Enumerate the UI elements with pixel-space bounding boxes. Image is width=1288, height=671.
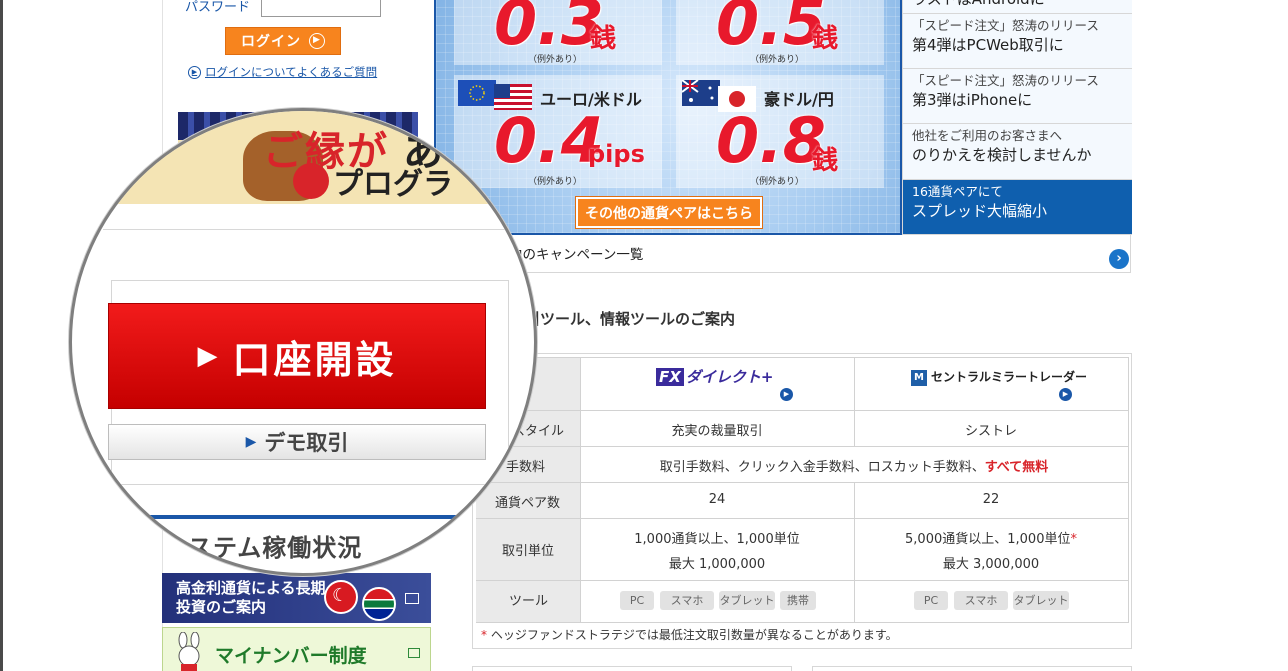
- table-cell: 24: [708, 492, 726, 507]
- login-faq-link[interactable]: ▶ ログインについてよくあるご質問: [188, 64, 377, 80]
- tool-chip: スマホ: [954, 591, 1008, 610]
- login-faq-label: ログインについてよくあるご質問: [205, 65, 378, 79]
- external-window-icon: [405, 593, 419, 604]
- tool-chip: PC: [914, 591, 948, 610]
- tool-chip: 携帯: [780, 591, 816, 610]
- table-cell: 充実の裁量取引: [671, 424, 763, 439]
- rate-unit: pips: [588, 140, 645, 168]
- table-cell: 最大 1,000,000: [668, 557, 766, 572]
- banner-subheading: プログラ: [333, 167, 453, 202]
- my-number-banner[interactable]: マイナンバー制度: [162, 627, 431, 671]
- news-list: ラストはAndroidに 「スピード注文」怒涛のリリース 第4弾はPCWeb取引…: [902, 0, 1132, 235]
- table-cell: シストレ: [964, 424, 1017, 439]
- lower-panel: [812, 666, 1132, 671]
- row-label: ツール: [509, 594, 549, 609]
- play-icon: ▶: [197, 341, 221, 371]
- news-subtitle: 他社をご利用のお客さまへ: [912, 128, 1063, 143]
- rabbit-mascot-icon: [178, 632, 200, 671]
- rate-note: （例外あり）: [528, 177, 583, 187]
- rate-note: （例外あり）: [528, 55, 583, 65]
- tool-chip: タブレット: [719, 591, 775, 610]
- table-cell: 1,000通貨以上、1,000単位: [634, 532, 800, 547]
- demo-trade-label: デモ取引: [264, 431, 349, 455]
- my-number-label: マイナンバー制度: [215, 645, 367, 667]
- open-account-label: 口座開設: [232, 337, 397, 382]
- tool-chip: タブレット: [1013, 591, 1069, 610]
- fx-direct-logo[interactable]: FX ダイレクト+: [656, 366, 773, 387]
- promo-banner-zoomed[interactable]: ご縁が あ プログラ: [103, 111, 523, 204]
- lower-panel: [472, 666, 792, 671]
- chevron-right-icon[interactable]: ▶: [1059, 388, 1072, 401]
- rate-value: 0.3: [494, 0, 604, 59]
- eu-flag-icon: [458, 80, 496, 106]
- rate-unit: 銭: [812, 24, 839, 54]
- demo-trade-button[interactable]: ▶ デモ取引: [108, 424, 486, 460]
- au-flag-icon: [682, 80, 720, 106]
- table-cell: 22: [982, 492, 1000, 507]
- fee-text: 取引手数料、クリック入金手数料、ロスカット手数料、: [659, 460, 985, 475]
- news-headline: スプレッド大幅縮小: [912, 202, 1048, 220]
- news-item[interactable]: 「スピード注文」怒涛のリリース 第3弾はiPhoneに: [903, 69, 1132, 124]
- news-headline: のりかえを検討しませんか: [912, 146, 1092, 164]
- rate-note: （例外あり）: [750, 55, 805, 65]
- chevron-right-icon: ▶: [188, 65, 201, 79]
- external-window-icon: [408, 648, 420, 658]
- rate-note: （例外あり）: [750, 177, 805, 187]
- password-field[interactable]: [261, 0, 381, 17]
- play-icon: ▶: [245, 434, 257, 450]
- news-subtitle: 「スピード注文」怒涛のリリース: [912, 73, 1099, 88]
- rate-unit: 銭: [812, 146, 839, 176]
- news-item[interactable]: 16通貨ペアにて スプレッド大幅縮小: [903, 180, 1132, 235]
- login-button-label: ログイン: [241, 34, 301, 50]
- rate-value: 0.5: [716, 0, 826, 59]
- chevron-right-icon: ▶: [309, 33, 325, 49]
- central-mirror-logo[interactable]: M セントラルミラートレーダー: [911, 368, 1087, 386]
- table-cell: 5,000通貨以上、1,000単位*: [905, 532, 1077, 547]
- more-pairs-button[interactable]: その他の通貨ペアはこちら: [575, 196, 763, 229]
- rate-unit: 銭: [590, 24, 617, 54]
- password-label: パスワード: [185, 0, 251, 15]
- high-interest-label: 高金利通貨による長期投資のご案内: [176, 579, 326, 616]
- fee-free-text: すべて無料: [984, 460, 1049, 475]
- news-subtitle: 「スピード注文」怒涛のリリース: [912, 18, 1099, 33]
- news-item[interactable]: 「スピード注文」怒涛のリリース 第4弾はPCWeb取引に: [903, 14, 1132, 69]
- open-account-button[interactable]: ▶ 口座開設: [108, 303, 486, 409]
- news-headline: 第3弾はiPhoneに: [912, 91, 1033, 109]
- chevron-right-icon[interactable]: ▶: [780, 388, 793, 401]
- news-item[interactable]: ラストはAndroidに: [903, 0, 1132, 14]
- south-africa-flag-icon: [362, 587, 396, 621]
- chevron-circle-icon: ›: [1109, 249, 1129, 269]
- news-item[interactable]: 他社をご利用のお客さまへ のりかえを検討しませんか: [903, 124, 1132, 180]
- window-edge: [0, 0, 3, 671]
- news-subtitle: 16通貨ペアにて: [912, 184, 1003, 199]
- login-button[interactable]: ログイン ▶: [225, 27, 341, 55]
- system-status-heading: システム稼働状況: [163, 534, 363, 562]
- table-cell: 最大 3,000,000: [942, 557, 1040, 572]
- news-headline: ラストはAndroidに: [912, 0, 1123, 10]
- turkey-flag-icon: ☾: [324, 580, 358, 614]
- table-footnote: * ヘッジファンドストラテジでは最低注文取引数量が異なることがあります。: [481, 628, 898, 642]
- tool-chip: スマホ: [660, 591, 714, 610]
- rate-value: 0.8: [716, 104, 826, 177]
- section-title: 取引ツール、情報ツールのご案内: [510, 310, 736, 328]
- tool-chip: PC: [620, 591, 654, 610]
- magnifier-lens: ご縁が あ プログラ ▶ 口座開設 ▶ デモ取引 システム稼働状況: [69, 108, 537, 576]
- campaign-link[interactable]: 中のキャンペーン一覧 ›: [434, 235, 1131, 273]
- news-headline: 第4弾はPCWeb取引に: [912, 36, 1064, 54]
- table-cell: 取引手数料、クリック入金手数料、ロスカット手数料、すべて無料: [580, 456, 1128, 475]
